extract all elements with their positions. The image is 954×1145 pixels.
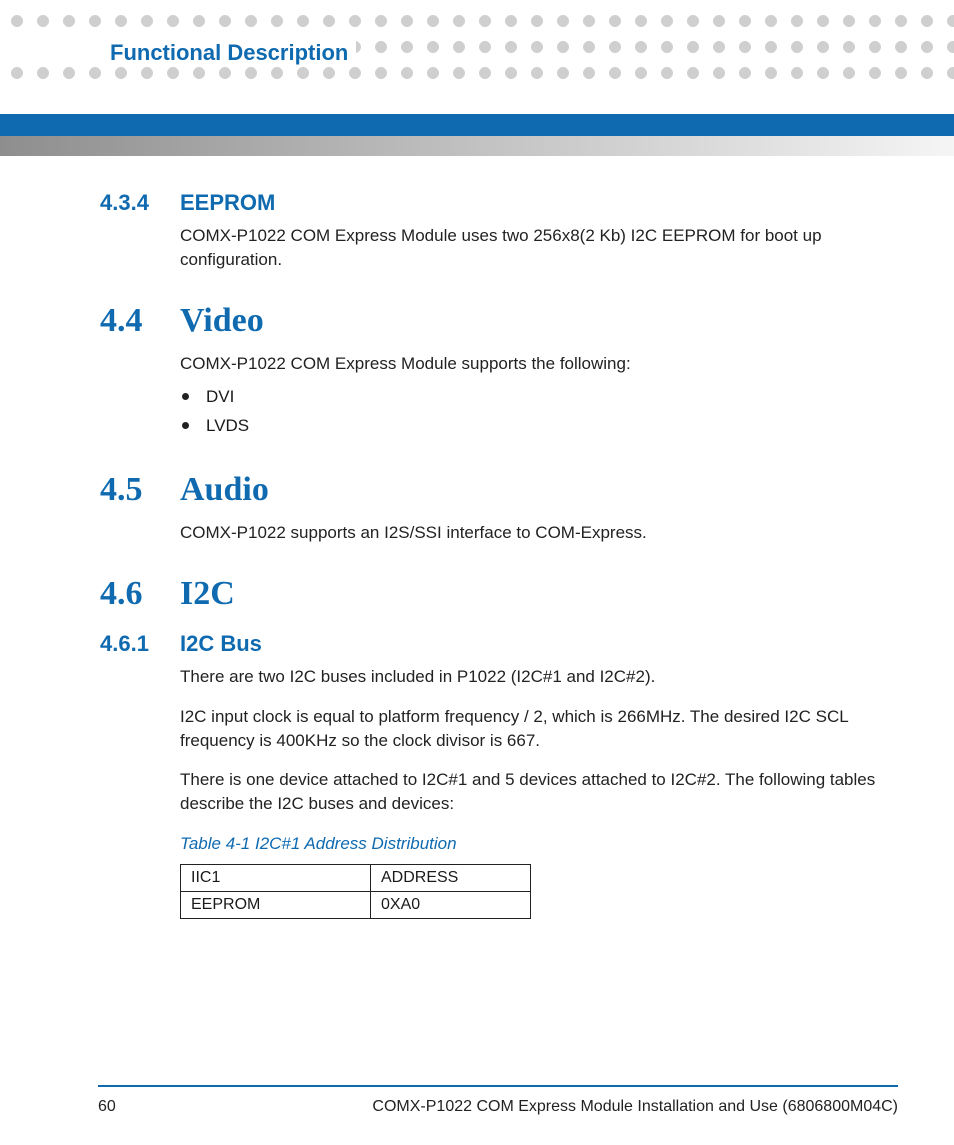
section-number: 4.6.1 [100,631,180,657]
paragraph: COMX-P1022 COM Express Module supports t… [180,352,890,376]
section-number: 4.5 [100,471,180,509]
header-title-wrap: Functional Description [110,40,356,66]
section-number: 4.3.4 [100,190,180,216]
section-title: EEPROM [180,190,275,216]
page-number: 60 [98,1098,116,1116]
table-row: EEPROM 0XA0 [181,891,531,918]
content-area: 4.3.4 EEPROM COMX-P1022 COM Express Modu… [100,190,890,919]
section-4-3-4-heading: 4.3.4 EEPROM [100,190,890,216]
list-item: DVI [180,383,890,412]
header-title-bg-left [0,36,110,66]
section-4-5-heading: 4.5 Audio [100,471,890,509]
section-4-6-heading: 4.6 I2C [100,575,890,613]
section-number: 4.6 [100,575,180,613]
table-cell: 0XA0 [371,891,531,918]
header-blue-bar [0,114,954,136]
section-title: I2C [180,575,235,613]
video-bullet-list: DVI LVDS [180,383,890,441]
section-4-4-intro: COMX-P1022 COM Express Module supports t… [180,352,890,376]
header-gradient-bar [0,136,954,156]
paragraph: COMX-P1022 supports an I2S/SSI interface… [180,521,890,545]
section-title: Video [180,302,264,340]
i2c1-address-table: IIC1 ADDRESS EEPROM 0XA0 [180,864,531,919]
section-4-5-body: COMX-P1022 supports an I2S/SSI interface… [180,521,890,545]
footer: 60 COMX-P1022 COM Express Module Install… [98,1098,898,1116]
table-cell: ADDRESS [371,864,531,891]
section-title: I2C Bus [180,631,262,657]
table-cell: EEPROM [181,891,371,918]
paragraph: COMX-P1022 COM Express Module uses two 2… [180,224,890,272]
paragraph: There are two I2C buses included in P102… [180,665,890,689]
table-row: IIC1 ADDRESS [181,864,531,891]
footer-rule [98,1085,898,1087]
page-header-title: Functional Description [110,40,348,65]
paragraph: There is one device attached to I2C#1 an… [180,768,890,816]
section-4-3-4-body: COMX-P1022 COM Express Module uses two 2… [180,224,890,272]
section-number: 4.4 [100,302,180,340]
paragraph: I2C input clock is equal to platform fre… [180,705,890,753]
section-4-6-1-heading: 4.6.1 I2C Bus [100,631,890,657]
section-title: Audio [180,471,269,509]
list-item: LVDS [180,412,890,441]
footer-doc-title: COMX-P1022 COM Express Module Installati… [372,1098,898,1116]
section-4-4-heading: 4.4 Video [100,302,890,340]
section-4-6-1-body: There are two I2C buses included in P102… [180,665,890,816]
table-caption: Table 4-1 I2C#1 Address Distribution [180,834,890,854]
table-cell: IIC1 [181,864,371,891]
